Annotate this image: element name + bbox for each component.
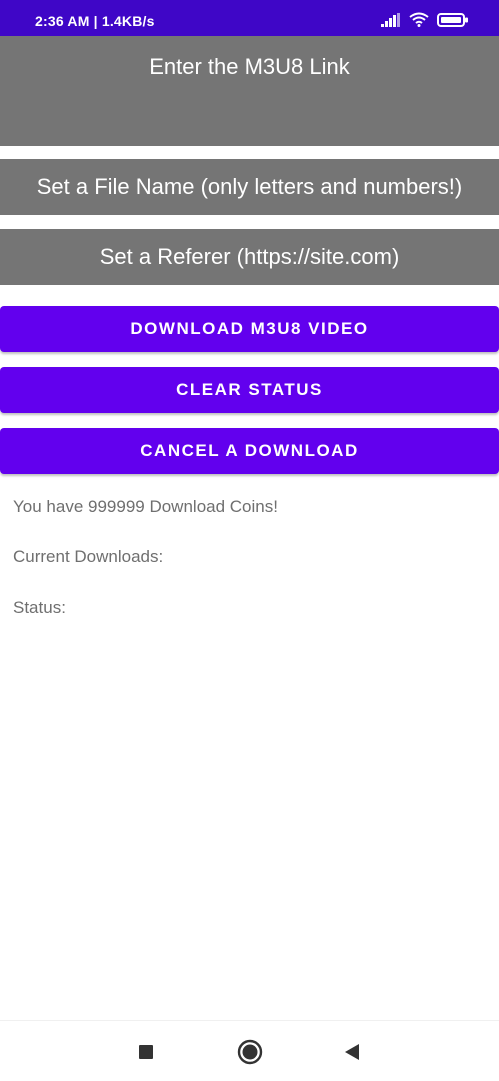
file-name-input[interactable] (0, 159, 499, 215)
current-downloads-label: Current Downloads: (13, 547, 164, 566)
battery-icon (437, 12, 469, 32)
status-time-speed: 2:36 AM | 1.4KB/s (35, 13, 155, 29)
wifi-icon (409, 12, 429, 32)
recents-square-icon[interactable] (133, 1039, 159, 1065)
referer-input[interactable] (0, 229, 499, 285)
status-bar: 2:36 AM | 1.4KB/s (0, 0, 499, 36)
home-circle-icon[interactable] (237, 1039, 263, 1065)
status-label: Status: (13, 598, 66, 617)
m3u8-link-input[interactable] (0, 36, 499, 146)
cancel-download-button[interactable]: CANCEL A DOWNLOAD (0, 428, 499, 474)
download-coins-text: You have 999999 Download Coins! (13, 497, 278, 516)
navigation-bar (0, 1020, 499, 1081)
signal-icon (381, 12, 401, 32)
status-icons (381, 12, 469, 32)
back-triangle-icon[interactable] (339, 1039, 365, 1065)
clear-status-button[interactable]: CLEAR STATUS (0, 367, 499, 413)
download-video-button[interactable]: DOWNLOAD M3U8 VIDEO (0, 306, 499, 352)
